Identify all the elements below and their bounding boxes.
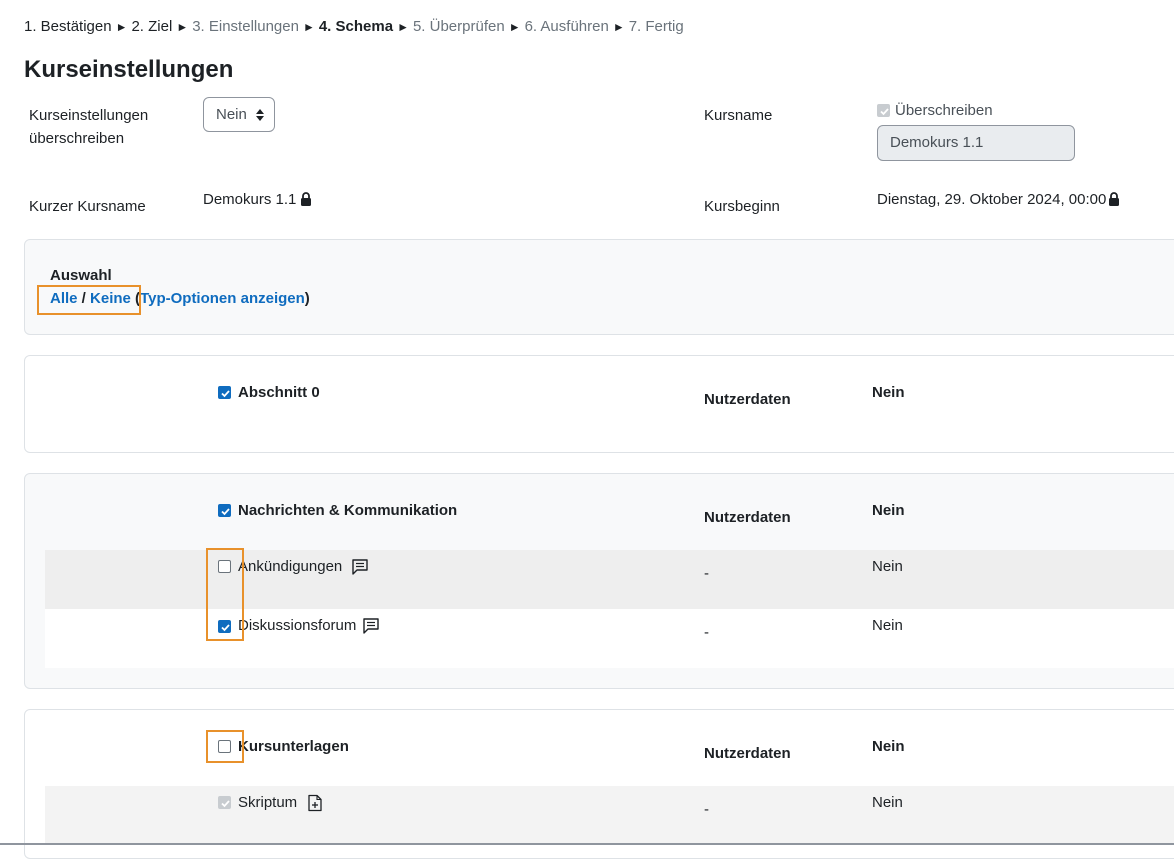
highlight-box (206, 548, 244, 641)
item-diskussionsforum-value: Nein (872, 617, 903, 634)
step-3: 3. Einstellungen (192, 18, 299, 35)
section-1-userdata-value: Nein (872, 502, 905, 519)
page-title: Kurseinstellungen (24, 56, 234, 83)
step-2: 2. Ziel (131, 18, 173, 35)
section-0-name: Abschnitt 0 (238, 384, 320, 401)
item-skriptum-userdata: - (704, 801, 709, 818)
overwrite-label-line2: überschreiben (29, 130, 125, 147)
type-options-link[interactable]: Typ-Optionen anzeigen (140, 290, 305, 307)
item-ankuendigungen-value: Nein (872, 558, 903, 575)
step-navigation: 1. Bestätigen ► 2. Ziel ► 3. Einstellungen ► 4… (24, 18, 684, 35)
section-0-checkbox[interactable] (218, 386, 231, 399)
section-0-userdata-value: Nein (872, 384, 905, 401)
selection-title: Auswahl (50, 267, 112, 284)
step-arrow-icon: ► (397, 20, 409, 34)
startdate-label: Kursbeginn (704, 198, 780, 215)
item-diskussionsforum-userdata: - (704, 624, 709, 641)
section-1-userdata-label: Nutzerdaten (704, 509, 791, 526)
lock-icon (301, 192, 311, 206)
lock-icon (1109, 192, 1119, 206)
step-arrow-icon: ► (302, 20, 315, 34)
forum-icon (363, 618, 379, 634)
section-1-checkbox[interactable] (218, 504, 231, 517)
section-1-name: Nachrichten & Kommunikation (238, 502, 458, 519)
step-arrow-icon: ► (612, 20, 625, 34)
overwrite-coursename-label: Überschreiben (895, 102, 993, 119)
coursename-label: Kursname (704, 107, 773, 124)
table-row (45, 786, 1174, 845)
step-arrow-icon: ► (115, 20, 128, 34)
section-2-name: Kursunterlagen (238, 738, 349, 755)
highlight-box (37, 285, 141, 315)
select-arrows-icon (256, 109, 264, 121)
section-0-userdata-label: Nutzerdaten (704, 391, 791, 408)
overwrite-settings-label: Kurseinstellungen überschreiben (29, 104, 148, 150)
overwrite-settings-select[interactable]: Nein (203, 97, 275, 132)
item-skriptum-name: Skriptum (238, 794, 298, 811)
startdate-value: Dienstag, 29. Oktober 2024, 00:00 (877, 191, 1107, 208)
overwrite-coursename-checkbox[interactable] (877, 104, 890, 117)
step-5: 5. Überprüfen (412, 18, 505, 35)
item-skriptum-value: Nein (872, 794, 903, 811)
shortname-value: Demokurs 1.1 (203, 191, 297, 208)
step-arrow-icon: ► (176, 20, 189, 34)
step-arrow-icon: ► (508, 20, 521, 34)
item-skriptum-checkbox[interactable] (218, 796, 231, 809)
section-2-userdata-value: Nein (872, 738, 905, 755)
step-7: 7. Fertig (628, 18, 684, 35)
item-ankuendigungen-name: Ankündigungen (238, 558, 343, 575)
step-6: 6. Ausführen (524, 18, 609, 35)
coursename-input[interactable]: Demokurs 1.1 (877, 125, 1075, 161)
item-ankuendigungen-userdata: - (704, 565, 709, 582)
file-icon (308, 794, 322, 812)
overwrite-label-line1: Kurseinstellungen (29, 107, 149, 124)
step-4: 4. Schema (318, 18, 394, 35)
section-2-userdata-label: Nutzerdaten (704, 745, 791, 762)
highlight-box (206, 730, 244, 763)
overwrite-select-value: Nein (216, 106, 247, 123)
shortname-label: Kurzer Kursname (29, 198, 146, 215)
item-diskussionsforum-name: Diskussionsforum (238, 617, 357, 634)
section-panel-0 (24, 355, 1174, 453)
forum-icon (352, 559, 368, 575)
step-1: 1. Bestätigen (24, 18, 112, 35)
close-paren: ) (304, 290, 310, 307)
